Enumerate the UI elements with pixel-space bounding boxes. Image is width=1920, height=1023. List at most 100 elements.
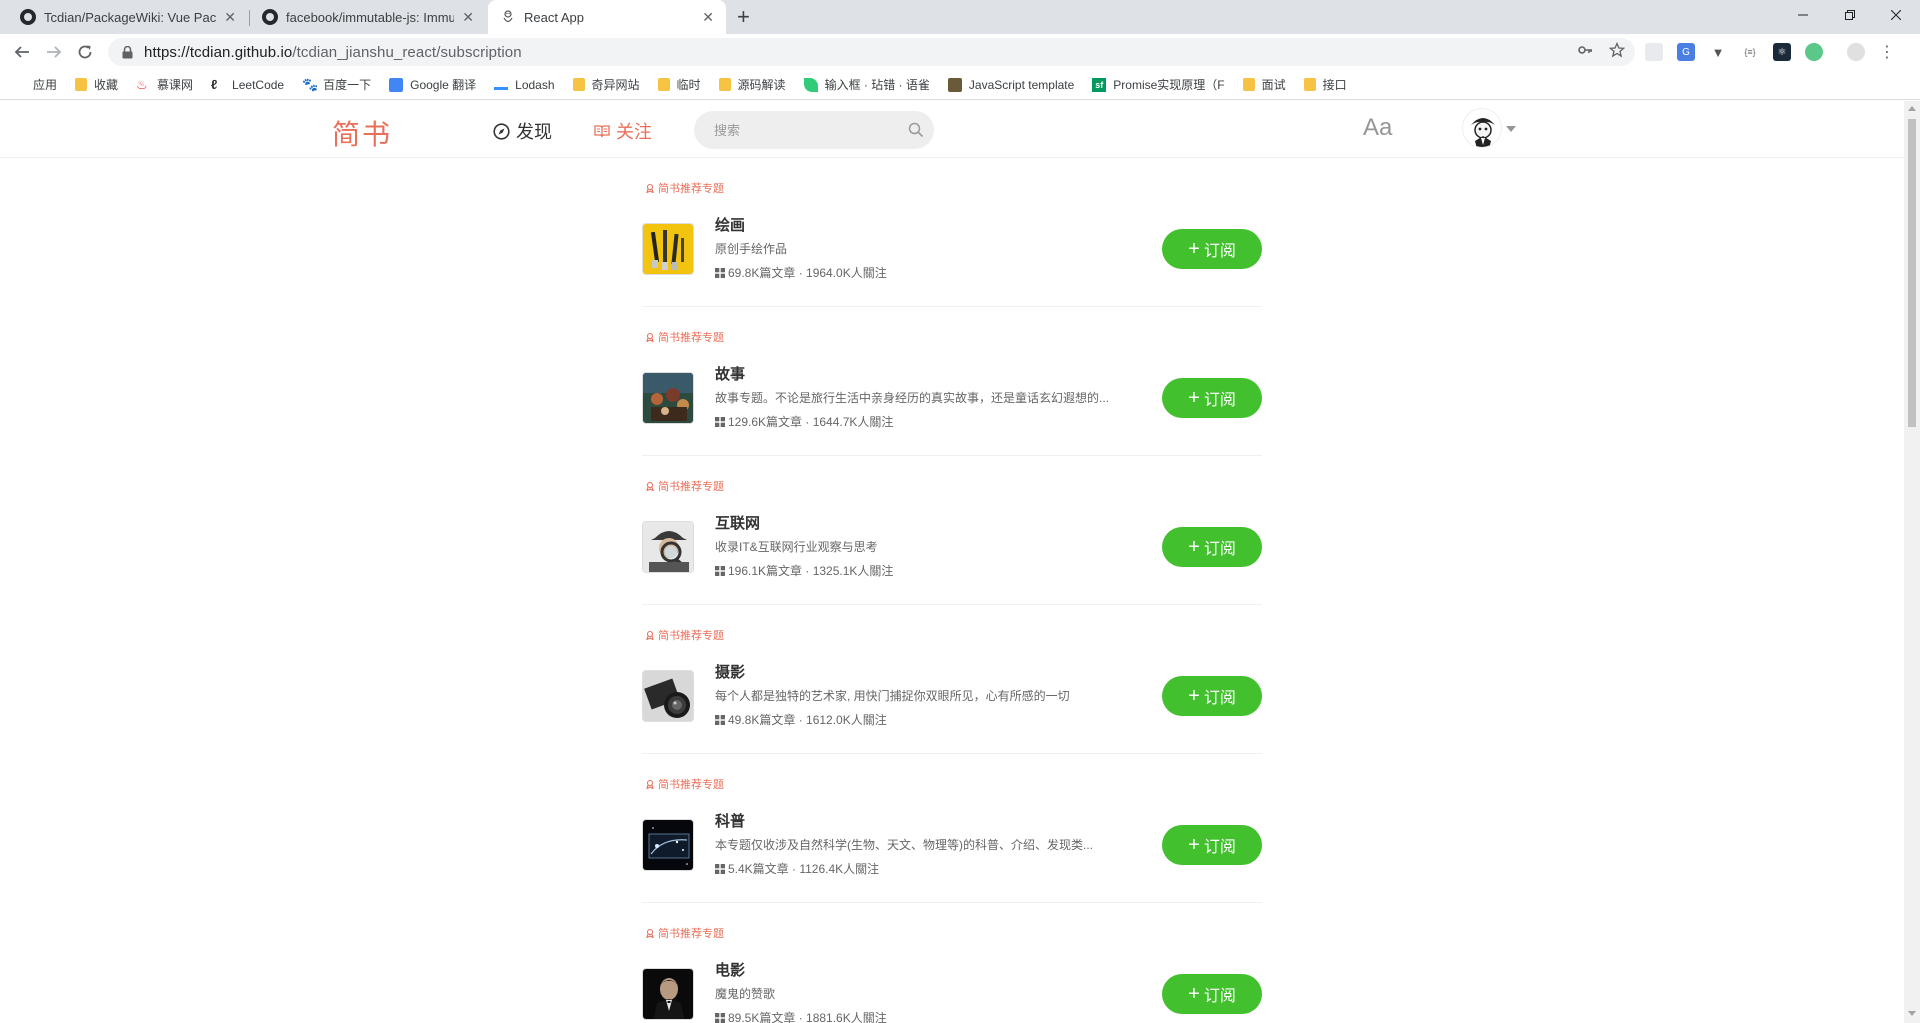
topic-item: 简书推荐专题 科普 本专题仅收涉及自然科学(生物、天文、物理等)的科普、介绍、发… [642,754,1262,903]
extension-page-icon[interactable] [1645,43,1663,61]
painting-image[interactable] [642,372,694,424]
subscribe-button[interactable]: + 订阅 [1162,676,1262,716]
bookmark-item[interactable]: 临时 [657,76,701,93]
detective-image[interactable] [642,521,694,573]
bookmark-item[interactable]: 收藏 [75,76,118,93]
topic-title[interactable]: 摄影 [715,661,745,682]
bookmark-item[interactable]: Lodash [494,77,555,92]
folder-icon [1303,78,1316,91]
recommend-label: 简书推荐专题 [658,481,724,493]
star-icon[interactable] [1608,41,1626,62]
folder-icon [657,78,670,91]
lock-icon[interactable] [120,45,134,59]
close-icon[interactable]: ✕ [224,9,236,26]
site-logo[interactable]: 简书 [332,113,392,153]
baidu-icon: 🐾 [302,76,319,92]
topic-title[interactable]: 故事 [715,363,745,384]
scrollbar-thumb[interactable] [1908,119,1916,427]
bookmark-item[interactable]: 输入框 · 玷错 · 语雀 [803,76,930,93]
new-tab-button[interactable]: + [737,4,750,30]
search-icon[interactable] [908,122,924,143]
subscribe-button[interactable]: + 订阅 [1162,825,1262,865]
back-button[interactable] [10,40,34,64]
github-icon [20,9,36,25]
nav-follow[interactable]: 关注 [594,118,652,144]
bookmark-item[interactable]: 源码解读 [718,76,786,93]
bookmark-item[interactable]: ♨ 慕课网 [136,76,193,93]
subscribe-button[interactable]: + 订阅 [1162,974,1262,1014]
topic-stats-text: 196.1K篇文章 · 1325.1K人關注 [728,564,894,578]
page-scrollbar[interactable] [1904,101,1920,1023]
google-translate-icon [389,77,404,92]
grid-icon [715,416,725,427]
user-avatar[interactable] [1462,108,1502,148]
browser-tab-active[interactable]: React App ✕ [488,0,726,34]
tab-title: React App [524,9,584,25]
forward-button[interactable] [42,40,66,64]
close-icon[interactable]: ✕ [462,9,474,26]
segmentfault-icon: sf [1092,77,1107,92]
bookmark-item[interactable]: sf Promise实现原理（F [1092,76,1225,93]
key-icon[interactable] [1577,42,1593,62]
profile-avatar-icon[interactable] [1847,43,1865,61]
bookmark-item[interactable]: ℓ LeetCode [211,77,284,92]
extension-translate-icon[interactable]: G [1677,43,1695,61]
topic-stats: 129.6K篇文章 · 1644.7K人關注 [715,413,893,430]
nav-follow-label: 关注 [616,122,652,142]
paintbrushes-image[interactable] [642,223,694,275]
search-input[interactable] [714,122,894,138]
godfather-image[interactable] [642,968,694,1020]
close-window-button[interactable] [1873,0,1919,30]
restore-button[interactable] [1827,0,1873,30]
topic-item: 简书推荐专题 摄影 每个人都是独特的艺术家, 用快门捕捉你双眼所见，心有所感的一… [642,605,1262,754]
topic-description: 原创手绘作品 [715,242,788,256]
recommend-icon [645,928,655,938]
bookmark-label: Lodash [515,77,555,92]
space-image[interactable] [642,819,694,871]
plus-icon: + [1188,238,1200,260]
subscribe-button[interactable]: + 订阅 [1162,229,1262,269]
scroll-up-icon[interactable] [1908,106,1916,111]
topic-title[interactable]: 互联网 [715,512,760,533]
topic-item: 简书推荐专题 电影 魔鬼的赞歌 89.5K篇文章 · 1881.6K人關注 + 订… [642,903,1262,1023]
recommend-tag: 简书推荐专题 [645,478,724,494]
bookmark-item[interactable]: 面试 [1242,76,1286,93]
browser-toolbar: https://tcdian.github.io/tcdian_jianshu_… [0,34,1920,70]
menu-kebab-icon[interactable]: ⋮ [1879,42,1895,62]
camera-lens-image[interactable] [642,670,694,722]
bookmark-item[interactable]: Google 翻译 [389,76,476,93]
extension-react-icon[interactable]: ⚛ [1773,43,1791,61]
chevron-down-icon[interactable] [1506,126,1516,132]
extension-vue-icon[interactable]: ▼ [1709,43,1727,61]
subscribe-label: 订阅 [1203,690,1236,707]
minimize-button[interactable] [1780,0,1826,30]
address-bar[interactable]: https://tcdian.github.io/tcdian_jianshu_… [108,38,1635,66]
bookmark-item[interactable]: JavaScript template [947,77,1074,92]
extension-json-icon[interactable]: {≡} [1741,43,1759,61]
subscribe-label: 订阅 [1203,988,1236,1005]
bookmark-apps[interactable]: 应用 [12,76,57,93]
topic-title[interactable]: 绘画 [715,214,745,235]
plus-icon: + [1188,834,1200,856]
scroll-down-icon[interactable] [1908,1011,1916,1016]
subscribe-button[interactable]: + 订阅 [1162,378,1262,418]
browser-tab[interactable]: Tcdian/PackageWiki: Vue Pack ✕ [8,0,248,34]
bookmark-item[interactable]: 接口 [1303,76,1347,93]
subscribe-button[interactable]: + 订阅 [1162,527,1262,567]
folder-icon [718,78,731,91]
topic-title[interactable]: 科普 [715,810,745,831]
reload-button[interactable] [73,40,97,64]
extension-circle-icon[interactable] [1805,43,1823,61]
font-setting-button[interactable]: Aa [1363,114,1392,142]
bookmark-item[interactable]: 奇异网站 [572,76,640,93]
nav-discover[interactable]: 发现 [493,118,552,144]
url-host: https://tcdian.github.io [144,43,293,61]
bookmark-item[interactable]: 🐾 百度一下 [302,76,371,93]
close-icon[interactable]: ✕ [702,9,714,26]
browser-tab[interactable]: facebook/immutable-js: Immu ✕ [250,0,486,34]
recommend-tag: 简书推荐专题 [645,329,724,345]
js-template-icon [947,77,962,92]
tab-title: Tcdian/PackageWiki: Vue Pack [44,9,217,25]
topic-title[interactable]: 电影 [715,959,745,980]
bookmark-label: 收藏 [94,78,119,92]
